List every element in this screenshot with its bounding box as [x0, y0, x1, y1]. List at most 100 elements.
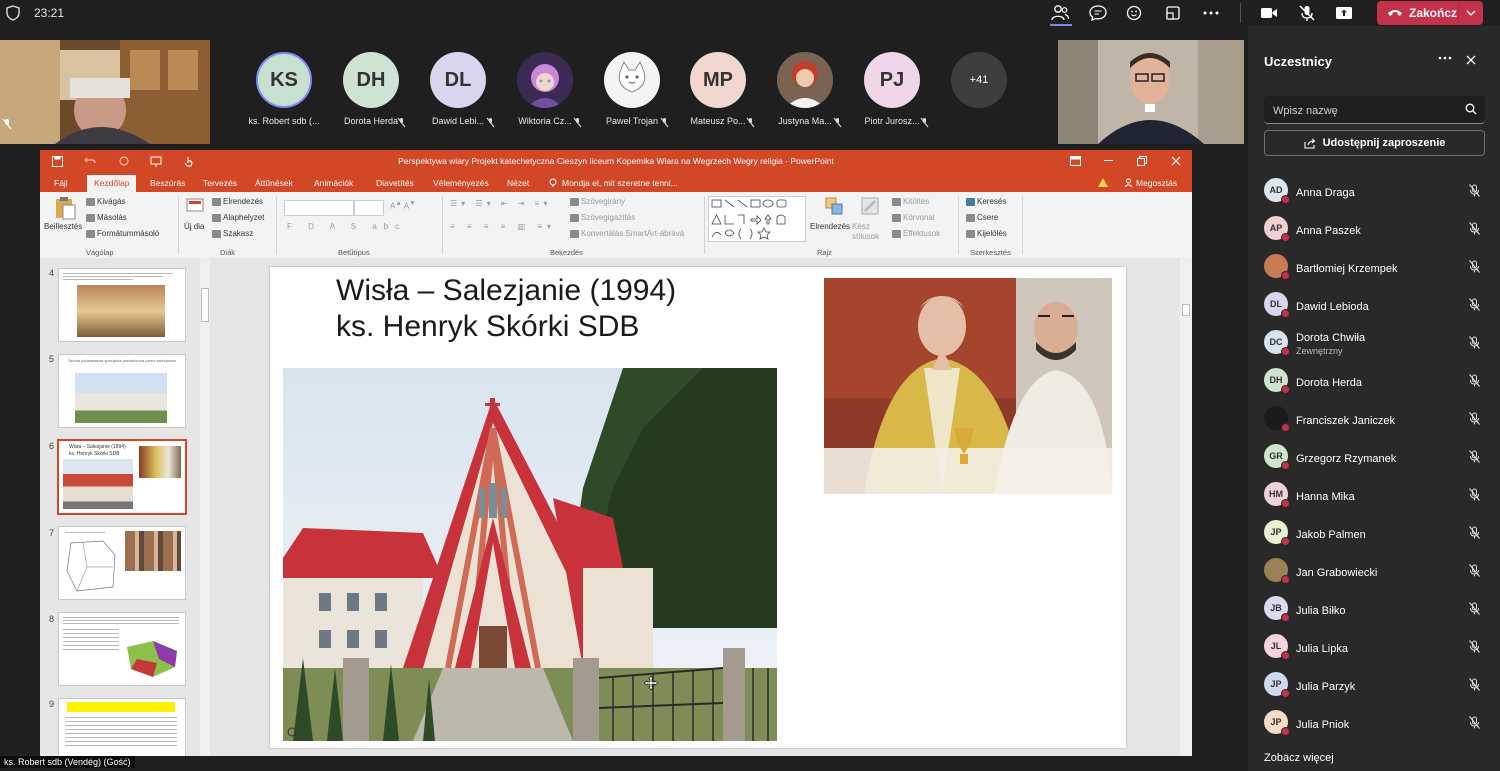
church-photo[interactable] [283, 368, 777, 741]
strip-participant[interactable]: DL Dawid Lebi... [418, 52, 498, 126]
share-tray-icon[interactable] [1163, 4, 1183, 22]
search-icon[interactable] [1465, 103, 1477, 115]
participant-row[interactable]: JB Julia Biłko [1264, 593, 1490, 631]
scrollbar-thumb[interactable] [201, 288, 209, 322]
chevron-down-icon[interactable] [1458, 1, 1483, 25]
strip-participant[interactable]: KS ks. Robert sdb (... [244, 52, 324, 126]
font-style-buttons[interactable]: F D A S abc [287, 222, 406, 231]
shape-effects-button[interactable]: Effektusok [892, 229, 940, 238]
redo-icon[interactable] [118, 156, 130, 166]
share-screen-icon[interactable] [1334, 4, 1354, 22]
align-buttons[interactable]: ≡ ≡ ≡ ≡ ▥ ≡▾ [450, 222, 556, 231]
thumbnail-slide-6[interactable]: Wisła – Salezjanie (1994) ks. Henryk Skó… [57, 439, 187, 515]
people-icon[interactable] [1050, 4, 1070, 22]
participant-row[interactable]: DL Dawid Lebioda [1264, 289, 1490, 327]
priests-photo[interactable] [824, 278, 1112, 494]
quick-styles-button[interactable]: Kész stílusok [852, 222, 886, 242]
participant-row[interactable]: HM Hanna Mika [1264, 479, 1490, 517]
strip-participant[interactable]: Paweł Trojan [592, 52, 672, 126]
tab-review[interactable]: Véleményezés [433, 178, 489, 188]
tab-home[interactable]: Kezdőlap [87, 175, 137, 192]
search-input[interactable] [1264, 96, 1455, 125]
slide-scrollbar[interactable] [1180, 258, 1192, 771]
arrange-button[interactable]: Elrendezés [810, 222, 850, 231]
select-button[interactable]: Kijelölés [966, 229, 1007, 238]
align-text-button[interactable]: Szövegigazítás [570, 213, 635, 222]
undo-icon[interactable] [84, 156, 96, 166]
participant-row[interactable]: AD Anna Draga [1264, 175, 1490, 213]
smartart-button[interactable]: Konvertálás SmartArt-ábrává [570, 229, 684, 238]
font-size-input[interactable] [354, 200, 384, 216]
ribbon-display-icon[interactable] [1070, 156, 1081, 166]
participant-row[interactable]: JL Julia Lipka [1264, 631, 1490, 669]
participant-row[interactable]: JP Julia Pniok [1264, 707, 1490, 745]
strip-participant[interactable]: Justyna Ma... [765, 52, 845, 126]
tab-animations[interactable]: Animációk [314, 178, 353, 188]
copy-button[interactable]: Másolás [86, 213, 127, 222]
thumbnail-slide-8[interactable] [58, 612, 186, 686]
tell-me-box[interactable]: Mondja el, mit szeretne tenni... [562, 178, 678, 188]
replace-button[interactable]: Csere [966, 213, 998, 222]
tab-file[interactable]: Fájl [54, 178, 68, 188]
chat-icon[interactable] [1088, 4, 1108, 22]
scrollbar-thumb[interactable] [1182, 304, 1190, 316]
participant-row[interactable]: DH Dorota Herda [1264, 365, 1490, 403]
restore-icon[interactable] [1137, 156, 1147, 166]
section-button[interactable]: Szakasz [212, 229, 253, 238]
thumbnail-slide-4[interactable] [58, 268, 186, 342]
participant-search[interactable] [1264, 96, 1485, 125]
quick-styles-icon[interactable] [860, 196, 880, 216]
paste-button[interactable]: Beillesztés [44, 222, 82, 231]
more-participants-button[interactable]: +41 [939, 52, 1019, 108]
cut-button[interactable]: Kivágás [86, 197, 125, 206]
participant-row[interactable]: JP Julia Parzyk [1264, 669, 1490, 707]
format-painter-button[interactable]: Formátummásoló [86, 229, 159, 238]
clipboard-icon[interactable] [54, 196, 76, 220]
shape-fill-button[interactable]: Kitöltés [892, 197, 929, 206]
touch-mode-icon[interactable] [184, 156, 194, 167]
new-slide-icon[interactable] [186, 198, 204, 214]
reactions-icon[interactable] [1125, 4, 1145, 22]
thumbnail-scrollbar[interactable] [200, 258, 210, 771]
close-icon[interactable] [1171, 156, 1181, 166]
shapes-gallery[interactable] [708, 196, 806, 242]
mic-muted-icon[interactable] [1297, 4, 1317, 22]
participant-row[interactable]: GR Grzegorz Rzymanek [1264, 441, 1490, 479]
current-slide[interactable]: Wisła – Salezjanie (1994) ks. Henryk Skó… [270, 267, 1126, 748]
find-button[interactable]: Keresés [966, 197, 1006, 206]
strip-participant[interactable]: Wiktoria Cz... [505, 52, 585, 126]
text-direction-button[interactable]: Szövegirány [570, 197, 625, 206]
list-buttons[interactable]: ☰▾ ☰▾ ⇤ ⇥ ≡▾ [450, 199, 551, 208]
minimize-icon[interactable] [1104, 160, 1113, 162]
camera-icon[interactable] [1259, 4, 1279, 22]
participant-row[interactable]: Bartłomiej Krzempek [1264, 251, 1490, 289]
strip-participant[interactable]: MP Mateusz Po... [678, 52, 758, 126]
slide-title[interactable]: Wisła – Salezjanie (1994) ks. Henryk Skó… [336, 273, 676, 345]
font-name-input[interactable] [284, 200, 354, 216]
close-icon[interactable] [1466, 55, 1476, 65]
thumbnail-slide-5[interactable]: Szkoła podstawowa specjalna prowadzona p… [58, 354, 186, 428]
tab-view[interactable]: Nézet [507, 178, 529, 188]
shape-outline-button[interactable]: Körvonal [892, 213, 935, 222]
strip-participant[interactable]: PJ Piotr Jurosz... [852, 52, 932, 126]
font-size-increase-icon[interactable]: A▲ A▼ [390, 200, 416, 211]
end-call-button[interactable]: Zakończ [1377, 1, 1483, 25]
save-icon[interactable] [52, 156, 63, 167]
more-options-icon[interactable] [1201, 4, 1221, 22]
panel-more-icon[interactable] [1438, 56, 1452, 60]
reset-button[interactable]: Alaphelyzet [212, 213, 264, 222]
tab-slideshow[interactable]: Diavetítés [376, 178, 414, 188]
thumbnail-slide-7[interactable] [58, 526, 186, 600]
see-more-link[interactable]: Zobacz więcej [1264, 752, 1334, 764]
tab-insert[interactable]: Beszúrás [150, 178, 185, 188]
layout-button[interactable]: Elrendezés [212, 197, 263, 206]
share-button[interactable]: Megosztás [1136, 178, 1177, 188]
tab-transitions[interactable]: Áttűnések [255, 178, 293, 188]
participant-row[interactable]: Franciszek Janiczek [1264, 403, 1490, 441]
tab-design[interactable]: Tervezés [203, 178, 237, 188]
new-slide-button[interactable]: Új dia [184, 222, 204, 231]
arrange-icon[interactable] [824, 196, 844, 216]
participant-row[interactable]: JP Jakob Palmen [1264, 517, 1490, 555]
video-tile-left[interactable] [0, 40, 210, 144]
start-slideshow-icon[interactable] [150, 156, 162, 167]
